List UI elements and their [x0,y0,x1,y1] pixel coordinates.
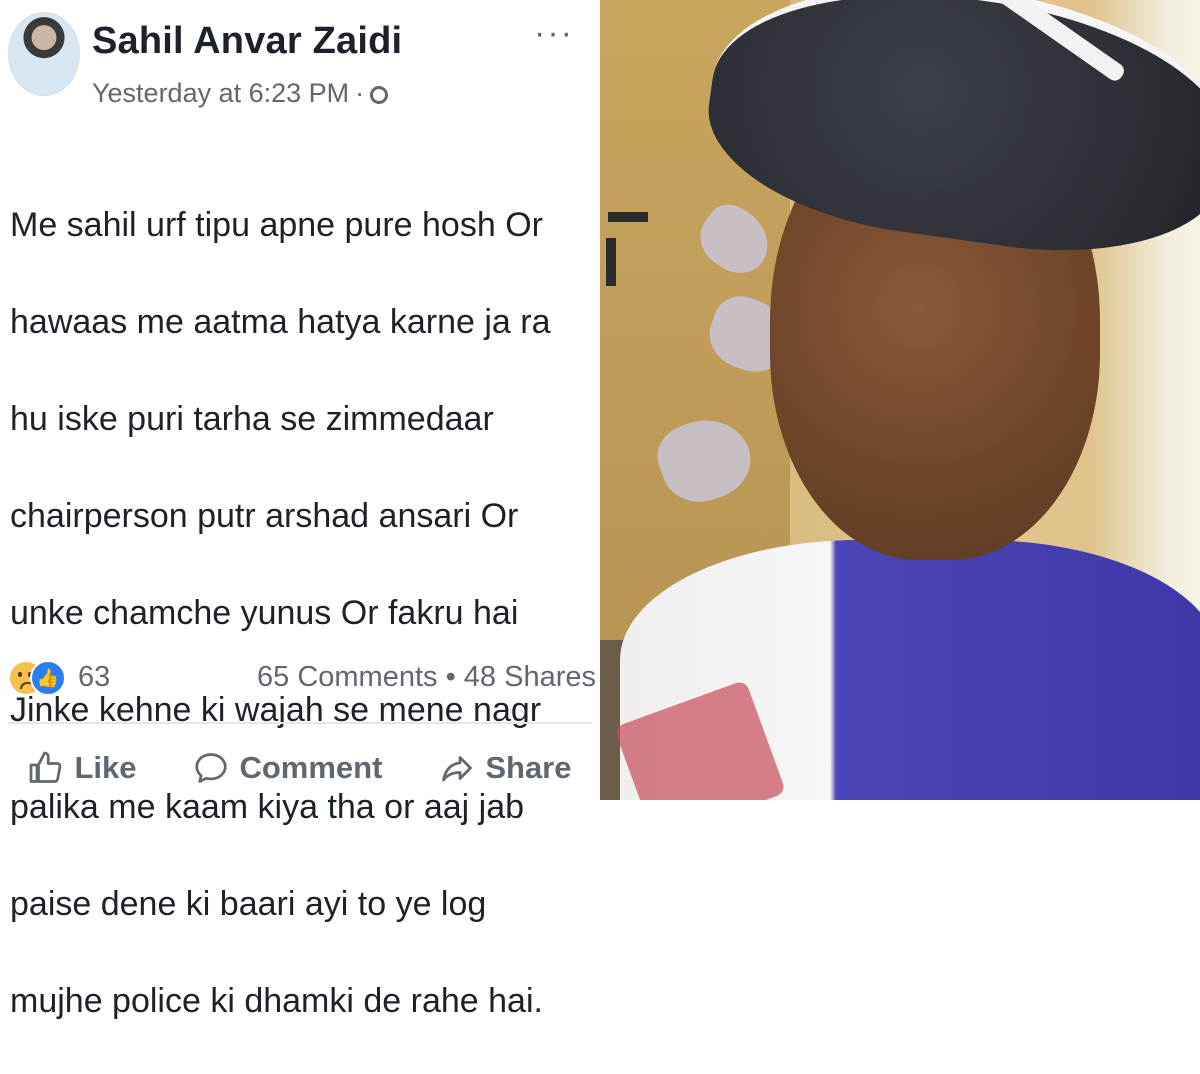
like-button[interactable]: Like [28,750,137,786]
post-message-line: Me sahil urf tipu apne pure hosh Or [10,205,543,244]
post-actions: Like Comment Share [0,738,600,798]
post-message-line: chairperson putr arshad ansari Or [10,496,519,535]
author-name[interactable]: Sahil Anvar Zaidi [92,20,402,63]
screenshot-frame: Sahil Anvar Zaidi Yesterday at 6:23 PM ·… [0,0,1200,1020]
door-latch-handle [606,238,616,286]
comments-shares-count[interactable]: 65 Comments • 48 Shares [257,661,596,694]
like-reaction-icon: 👍 [30,660,66,696]
post-message-line: hawaas me aatma hatya karne ja ra [10,302,551,341]
meta-separator: · [355,78,365,108]
reaction-icons[interactable]: 👍 [8,658,68,696]
post-message-line: unke chamche yunus Or fakru hai [10,593,519,632]
post-message-line: mujhe police ki dhamki de rahe hai. [10,981,543,1020]
post-header: Sahil Anvar Zaidi Yesterday at 6:23 PM ·… [8,8,592,108]
post-meta: Yesterday at 6:23 PM · [92,78,389,109]
post-timestamp[interactable]: Yesterday at 6:23 PM [92,78,349,109]
author-avatar[interactable] [8,12,80,96]
comment-icon [195,753,228,783]
thumbs-up-icon [30,751,62,783]
share-button[interactable]: Share [439,750,572,786]
post-message-line: paise dene ki baari ayi to ye log [10,884,487,923]
post-message-line: hu iske puri tarha se zimmedaar [10,399,494,438]
globe-icon [370,85,389,104]
more-options-icon[interactable]: ··· [534,14,574,53]
actions-divider [8,722,592,724]
post-stats: 👍 63 65 Comments • 48 Shares [8,654,596,700]
facebook-post: Sahil Anvar Zaidi Yesterday at 6:23 PM ·… [0,0,600,1020]
comment-button[interactable]: Comment [193,750,382,786]
share-arrow-icon [442,756,473,782]
door-latch [608,212,648,222]
reaction-count[interactable]: 63 [78,661,110,694]
post-message: Me sahil urf tipu apne pure hosh Or hawa… [10,152,595,1074]
like-label: Like [74,750,137,785]
share-label: Share [485,750,572,785]
profile-photo [600,0,1200,800]
comment-label: Comment [239,750,383,785]
